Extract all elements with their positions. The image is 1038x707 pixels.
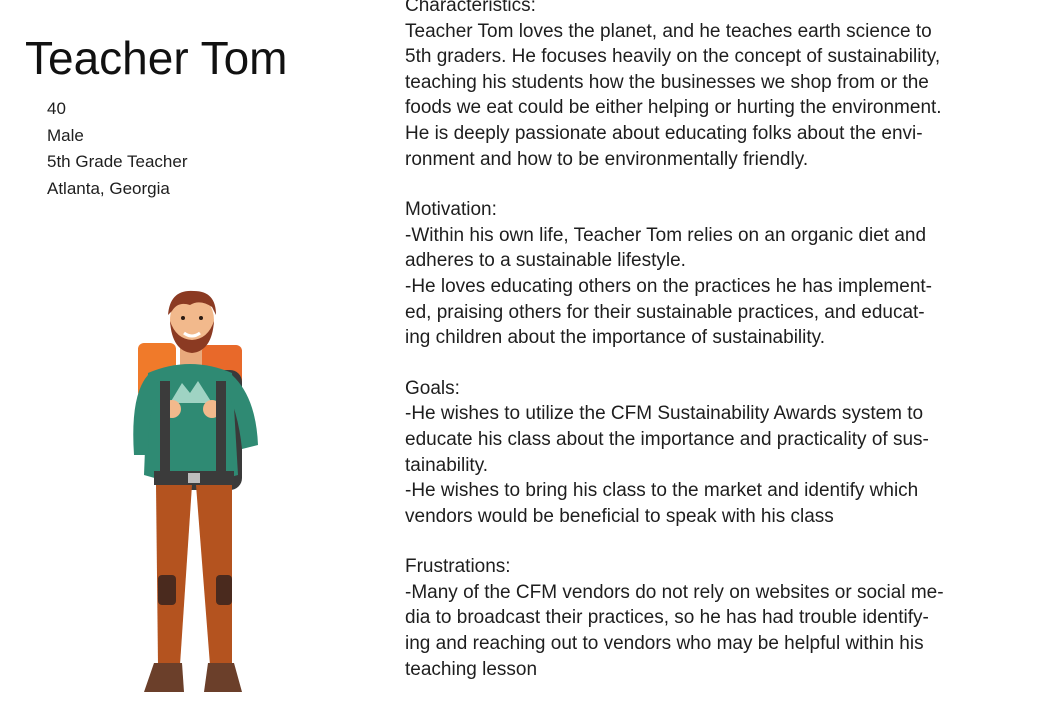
persona-name: Teacher Tom xyxy=(25,32,288,84)
section-body: Teacher Tom loves the planet, and he tea… xyxy=(405,20,942,170)
persona-occupation: 5th Grade Teacher xyxy=(47,152,188,172)
section-body: -Many of the CFM vendors do not rely on … xyxy=(405,581,944,680)
frustrations-section: Frustrations: -Many of the CFM vendors d… xyxy=(405,554,1030,682)
section-body: -He wishes to utilize the CFM Sustainabi… xyxy=(405,403,929,527)
characteristics-section: Characteristics: Teacher Tom loves the p… xyxy=(405,0,1030,172)
section-title: Frustrations: xyxy=(405,556,511,578)
persona-location: Atlanta, Georgia xyxy=(47,178,170,198)
persona-page: Teacher Tom 40 Male 5th Grade Teacher At… xyxy=(0,0,1038,692)
persona-gender: Male xyxy=(47,125,84,145)
section-title: Characteristics: xyxy=(405,0,536,16)
motivation-section: Motivation: -Within his own life, Teache… xyxy=(405,197,1030,351)
persona-facts: 40 Male 5th Grade Teacher Atlanta, Georg… xyxy=(47,96,188,202)
section-title: Goals: xyxy=(405,377,460,399)
hiker-teacher-illustration xyxy=(120,285,290,692)
goals-section: Goals: -He wishes to utilize the CFM Sus… xyxy=(405,376,1030,530)
section-title: Motivation: xyxy=(405,199,497,221)
persona-age: 40 xyxy=(47,99,66,118)
persona-details: Characteristics: Teacher Tom loves the p… xyxy=(405,0,1030,707)
section-body: -Within his own life, Teacher Tom relies… xyxy=(405,224,932,349)
